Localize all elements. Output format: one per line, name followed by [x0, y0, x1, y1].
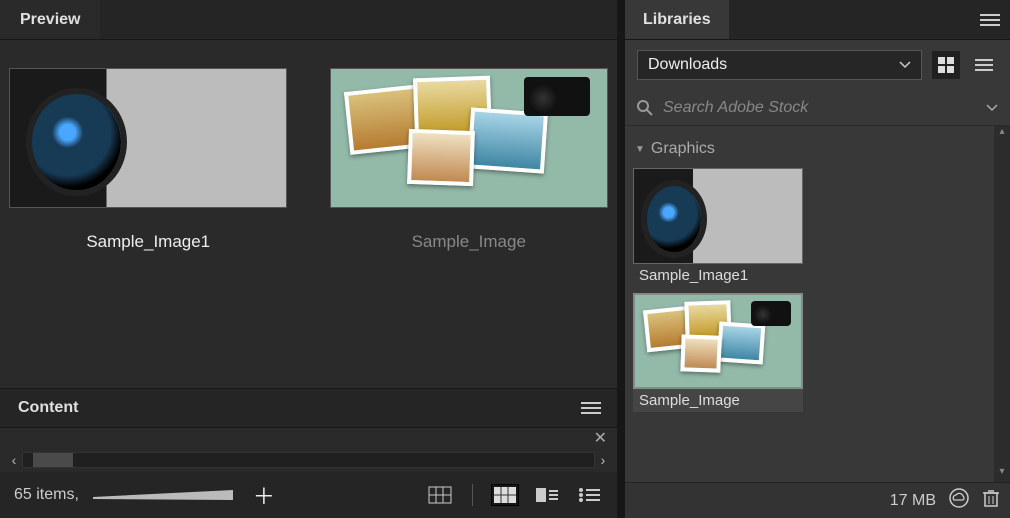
- left-panel: Preview Sample_Image1 Sample_Image Conte…: [0, 0, 617, 518]
- preview-caption: Sample_Image1: [86, 232, 210, 252]
- libraries-tabbar: Libraries: [625, 0, 1010, 40]
- trash-icon[interactable]: [982, 488, 1000, 513]
- library-list-view-button[interactable]: [970, 51, 998, 79]
- content-scrollbar: ‹ ›: [0, 448, 617, 472]
- library-selector-row: Downloads: [625, 40, 1010, 90]
- chevron-down-icon[interactable]: [986, 104, 998, 112]
- library-section-header[interactable]: ▼ Graphics: [625, 134, 1010, 164]
- library-scrollbar[interactable]: ▴ ▾: [994, 126, 1010, 482]
- scroll-down-button[interactable]: ▾: [999, 466, 1004, 482]
- search-icon: [637, 100, 653, 116]
- scroll-up-button[interactable]: ▴: [999, 126, 1004, 142]
- library-item-caption: Sample_Image: [633, 389, 803, 412]
- preview-tabbar: Preview: [0, 0, 617, 40]
- preview-body: Sample_Image1 Sample_Image: [0, 40, 617, 388]
- library-section-label: Graphics: [651, 140, 715, 158]
- cloud-sync-icon[interactable]: [948, 487, 970, 514]
- content-header: Content: [0, 388, 617, 428]
- library-dropdown[interactable]: Downloads: [637, 50, 922, 80]
- panel-menu-icon[interactable]: [581, 401, 605, 415]
- library-dropdown-value: Downloads: [648, 56, 727, 74]
- library-search-row: [625, 90, 1010, 126]
- content-footer: 65 items, ＋: [0, 472, 617, 518]
- preview-item[interactable]: Sample_Image1: [8, 68, 289, 388]
- divider: [472, 484, 473, 506]
- library-thumbnail[interactable]: [633, 293, 803, 389]
- libraries-panel: Libraries Downloads ▼ Graphics Sample_I: [625, 0, 1010, 518]
- storage-usage-text: 17 MB: [890, 492, 936, 510]
- scroll-thumb[interactable]: [33, 453, 73, 467]
- scroll-right-button[interactable]: ›: [595, 452, 611, 468]
- add-button[interactable]: ＋: [247, 479, 281, 511]
- thumbnail-size-slider[interactable]: [93, 488, 233, 502]
- tab-preview[interactable]: Preview: [0, 0, 100, 39]
- preview-thumbnail[interactable]: [9, 68, 287, 208]
- search-input[interactable]: [663, 99, 976, 117]
- close-icon[interactable]: ✕: [594, 428, 607, 448]
- panel-menu-icon[interactable]: [970, 0, 1010, 39]
- scroll-left-button[interactable]: ‹: [6, 452, 22, 468]
- preview-item[interactable]: Sample_Image: [329, 68, 610, 388]
- content-strip: ✕: [0, 428, 617, 448]
- view-list-button[interactable]: [575, 484, 603, 506]
- library-item[interactable]: Sample_Image1: [633, 168, 803, 287]
- library-item[interactable]: Sample_Image: [633, 293, 803, 412]
- library-grid-view-button[interactable]: [932, 51, 960, 79]
- preview-caption: Sample_Image: [412, 232, 526, 252]
- view-grid-large-button[interactable]: [426, 484, 454, 506]
- library-footer: 17 MB: [625, 482, 1010, 518]
- tab-libraries[interactable]: Libraries: [625, 0, 729, 39]
- library-item-caption: Sample_Image1: [633, 264, 803, 287]
- preview-thumbnail[interactable]: [330, 68, 608, 208]
- library-thumbnail[interactable]: [633, 168, 803, 264]
- panel-splitter[interactable]: [617, 0, 625, 518]
- item-count: 65 items,: [14, 486, 79, 504]
- scroll-track[interactable]: [22, 452, 595, 468]
- view-thumb-list-button[interactable]: [533, 484, 561, 506]
- tab-content[interactable]: Content: [18, 399, 78, 417]
- view-grid-small-button[interactable]: [491, 484, 519, 506]
- library-body: ▼ Graphics Sample_Image1 Sample_Image ▴ …: [625, 126, 1010, 482]
- chevron-down-icon: [899, 61, 911, 69]
- disclosure-triangle-icon: ▼: [635, 144, 645, 155]
